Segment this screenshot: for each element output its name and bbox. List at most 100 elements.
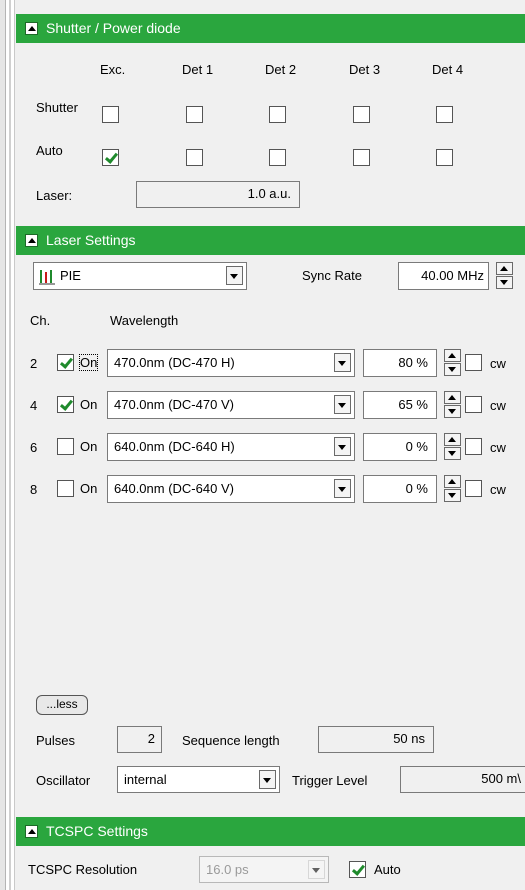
channel-on-label: On bbox=[78, 354, 99, 371]
arrow-up-icon[interactable] bbox=[496, 262, 513, 275]
laser-mode-value: PIE bbox=[60, 268, 81, 283]
power-spinner[interactable] bbox=[444, 433, 461, 461]
section-title: Laser Settings bbox=[46, 232, 136, 248]
laser-power-readout: 1.0 a.u. bbox=[136, 181, 300, 208]
arrow-down-icon[interactable] bbox=[444, 405, 461, 418]
tcspc-resolution-label: TCSPC Resolution bbox=[28, 862, 138, 877]
shutter-det2-checkbox[interactable] bbox=[269, 106, 286, 123]
oscillator-dropdown[interactable]: internal bbox=[117, 766, 280, 793]
splitter-handle[interactable] bbox=[9, 0, 11, 890]
chevron-down-icon[interactable] bbox=[226, 266, 243, 285]
tcspc-resolution-dropdown[interactable]: 16.0 ps bbox=[199, 856, 329, 883]
pie-pulse-icon bbox=[39, 270, 55, 285]
laser-mode-dropdown[interactable]: PIE bbox=[33, 262, 247, 290]
wavelength-dropdown[interactable]: 640.0nm (DC-640 V) bbox=[107, 475, 355, 503]
arrow-down-icon[interactable] bbox=[496, 276, 513, 289]
cw-checkbox[interactable] bbox=[465, 396, 482, 413]
arrow-up-icon[interactable] bbox=[444, 433, 461, 446]
cw-checkbox[interactable] bbox=[465, 438, 482, 455]
less-button[interactable]: ...less bbox=[36, 695, 88, 715]
chevron-down-icon[interactable] bbox=[334, 479, 351, 498]
power-spinner[interactable] bbox=[444, 391, 461, 419]
row-auto-label: Auto bbox=[36, 143, 63, 158]
col-det2: Det 2 bbox=[265, 62, 297, 77]
shutter-exc-checkbox[interactable] bbox=[102, 106, 119, 123]
arrow-up-icon[interactable] bbox=[444, 349, 461, 362]
chevron-down-icon[interactable] bbox=[334, 437, 351, 456]
cw-checkbox[interactable] bbox=[465, 354, 482, 371]
section-title: Shutter / Power diode bbox=[46, 20, 181, 36]
cw-checkbox[interactable] bbox=[465, 480, 482, 497]
sequence-length-readout: 50 ns bbox=[318, 726, 434, 753]
oscillator-label: Oscillator bbox=[36, 773, 91, 788]
cw-label: cw bbox=[490, 398, 506, 413]
wavelength-column-header: Wavelength bbox=[110, 313, 179, 328]
sync-rate-label: Sync Rate bbox=[302, 268, 362, 283]
sync-rate-spinner[interactable] bbox=[496, 262, 513, 290]
auto-det1-checkbox[interactable] bbox=[186, 149, 203, 166]
wavelength-value: 470.0nm (DC-470 V) bbox=[114, 397, 234, 412]
arrow-down-icon[interactable] bbox=[444, 447, 461, 460]
channel-on-label: On bbox=[80, 397, 98, 412]
channel-on-checkbox[interactable] bbox=[57, 354, 74, 371]
power-spinner[interactable] bbox=[444, 475, 461, 503]
channel-number: 4 bbox=[30, 398, 38, 413]
channel-on-checkbox[interactable] bbox=[57, 480, 74, 497]
section-title: TCSPC Settings bbox=[46, 823, 148, 839]
auto-det2-checkbox[interactable] bbox=[269, 149, 286, 166]
auto-det3-checkbox[interactable] bbox=[353, 149, 370, 166]
sequence-length-label: Sequence length bbox=[182, 733, 280, 748]
col-det4: Det 4 bbox=[432, 62, 464, 77]
channel-on-label: On bbox=[80, 439, 98, 454]
collapse-icon[interactable] bbox=[25, 234, 38, 247]
tcspc-resolution-value: 16.0 ps bbox=[206, 862, 249, 877]
shutter-det1-checkbox[interactable] bbox=[186, 106, 203, 123]
ch-column-header: Ch. bbox=[30, 313, 51, 328]
window-edge bbox=[0, 0, 6, 890]
laser-power-label: Laser: bbox=[36, 188, 73, 203]
shutter-det3-checkbox[interactable] bbox=[353, 106, 370, 123]
auto-det4-checkbox[interactable] bbox=[436, 149, 453, 166]
wavelength-dropdown[interactable]: 470.0nm (DC-470 H) bbox=[107, 349, 355, 377]
collapse-icon[interactable] bbox=[25, 22, 38, 35]
channel-number: 6 bbox=[30, 440, 38, 455]
channel-on-checkbox[interactable] bbox=[57, 396, 74, 413]
shutter-section-header[interactable]: Shutter / Power diode bbox=[16, 14, 525, 43]
col-det3: Det 3 bbox=[349, 62, 381, 77]
power-input[interactable]: 0 % bbox=[363, 475, 437, 503]
arrow-up-icon[interactable] bbox=[444, 391, 461, 404]
arrow-up-icon[interactable] bbox=[444, 475, 461, 488]
arrow-down-icon[interactable] bbox=[444, 489, 461, 502]
row-shutter-label: Shutter bbox=[36, 100, 78, 115]
laser-section-header[interactable]: Laser Settings bbox=[16, 226, 525, 255]
tcspc-auto-label: Auto bbox=[374, 862, 401, 877]
power-spinner[interactable] bbox=[444, 349, 461, 377]
chevron-down-icon[interactable] bbox=[334, 395, 351, 414]
shutter-det4-checkbox[interactable] bbox=[436, 106, 453, 123]
power-input[interactable]: 0 % bbox=[363, 433, 437, 461]
tcspc-auto-checkbox[interactable] bbox=[349, 861, 366, 878]
wavelength-dropdown[interactable]: 640.0nm (DC-640 H) bbox=[107, 433, 355, 461]
pulses-label: Pulses bbox=[36, 733, 76, 748]
power-input[interactable]: 65 % bbox=[363, 391, 437, 419]
cw-label: cw bbox=[490, 482, 506, 497]
channel-on-checkbox[interactable] bbox=[57, 438, 74, 455]
tcspc-section-header[interactable]: TCSPC Settings bbox=[16, 817, 525, 846]
trigger-level-readout: 500 m\ bbox=[400, 766, 525, 793]
power-input[interactable]: 80 % bbox=[363, 349, 437, 377]
col-det1: Det 1 bbox=[182, 62, 214, 77]
auto-exc-checkbox[interactable] bbox=[102, 149, 119, 166]
channel-number: 2 bbox=[30, 356, 38, 371]
arrow-down-icon[interactable] bbox=[444, 363, 461, 376]
wavelength-value: 640.0nm (DC-640 H) bbox=[114, 439, 235, 454]
wavelength-value: 640.0nm (DC-640 V) bbox=[114, 481, 234, 496]
collapse-icon[interactable] bbox=[25, 825, 38, 838]
channel-on-label: On bbox=[80, 481, 98, 496]
chevron-down-icon[interactable] bbox=[259, 770, 276, 789]
wavelength-dropdown[interactable]: 470.0nm (DC-470 V) bbox=[107, 391, 355, 419]
channel-number: 8 bbox=[30, 482, 38, 497]
chevron-down-icon[interactable] bbox=[308, 860, 325, 879]
sync-rate-input[interactable]: 40.00 MHz bbox=[398, 262, 489, 290]
oscillator-value: internal bbox=[124, 772, 167, 787]
chevron-down-icon[interactable] bbox=[334, 353, 351, 372]
